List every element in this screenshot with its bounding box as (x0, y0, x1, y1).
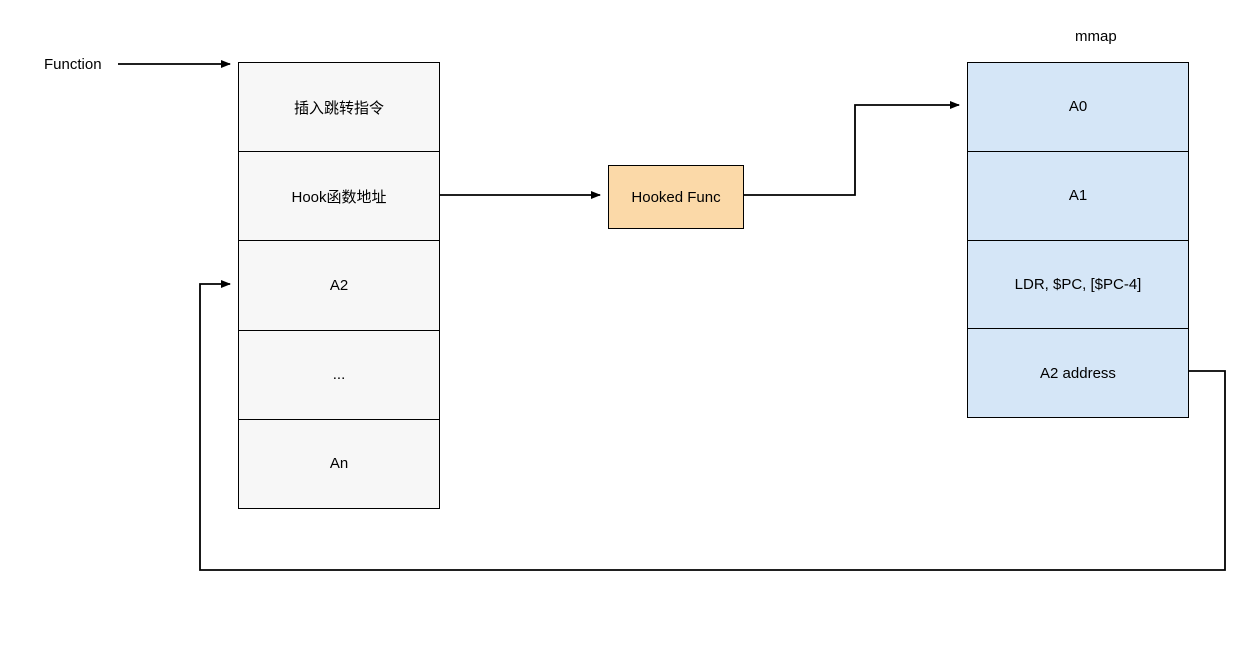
left-cell-4: An (239, 420, 439, 508)
hooked-func-box: Hooked Func (608, 165, 744, 229)
left-cell-2: A2 (239, 241, 439, 330)
arrow-hookedfunc-to-mmap (744, 105, 959, 195)
function-stack: 插入跳转指令 Hook函数地址 A2 ... An (238, 62, 440, 509)
right-cell-1: A1 (968, 152, 1188, 241)
right-cell-2: LDR, $PC, [$PC-4] (968, 241, 1188, 330)
left-cell-1: Hook函数地址 (239, 152, 439, 241)
function-label: Function (44, 56, 102, 73)
left-cell-3: ... (239, 331, 439, 420)
mmap-stack: A0 A1 LDR, $PC, [$PC-4] A2 address (967, 62, 1189, 418)
right-cell-0: A0 (968, 63, 1188, 152)
left-cell-0: 插入跳转指令 (239, 63, 439, 152)
mmap-label: mmap (1075, 28, 1117, 45)
right-cell-3: A2 address (968, 329, 1188, 417)
hooked-func-label: Hooked Func (631, 189, 720, 206)
